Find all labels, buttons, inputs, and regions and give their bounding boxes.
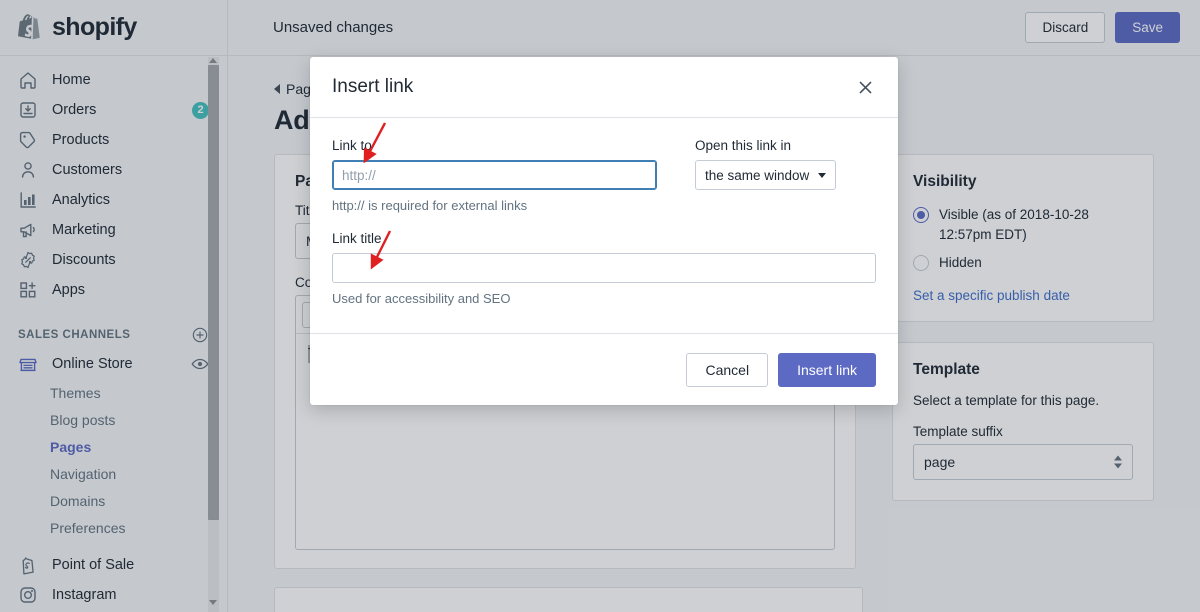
insert-link-button[interactable]: Insert link <box>778 352 876 387</box>
link-title-help-text: Used for accessibility and SEO <box>332 291 511 306</box>
cancel-button[interactable]: Cancel <box>686 352 769 387</box>
link-to-group: Link to http:// http:// is required for … <box>332 138 657 213</box>
open-in-value: the same window <box>705 167 810 183</box>
link-title-group: Link title Used for accessibility and SE… <box>332 231 876 306</box>
open-in-group: Open this link in the same window <box>695 138 860 213</box>
link-to-input[interactable]: http:// <box>332 160 657 190</box>
link-title-label: Link title <box>332 231 382 246</box>
open-in-select[interactable]: the same window <box>695 160 837 190</box>
app-window: shopify Home Orders 2 Products Customers… <box>0 0 1200 612</box>
insert-link-modal: Insert link Link to http:// http:// is r… <box>310 57 898 405</box>
caret-down-icon <box>818 172 827 178</box>
close-icon[interactable] <box>854 76 876 98</box>
modal-title: Insert link <box>332 76 414 97</box>
link-title-input[interactable] <box>332 253 876 283</box>
link-to-help-text: http:// is required for external links <box>332 198 528 213</box>
modal-header: Insert link <box>310 57 898 118</box>
open-in-label: Open this link in <box>695 138 792 153</box>
link-to-label: Link to <box>332 138 372 153</box>
link-to-row: Link to http:// http:// is required for … <box>332 138 876 213</box>
modal-body: Link to http:// http:// is required for … <box>310 118 898 333</box>
modal-footer: Cancel Insert link <box>310 333 898 405</box>
link-to-placeholder: http:// <box>342 167 376 183</box>
